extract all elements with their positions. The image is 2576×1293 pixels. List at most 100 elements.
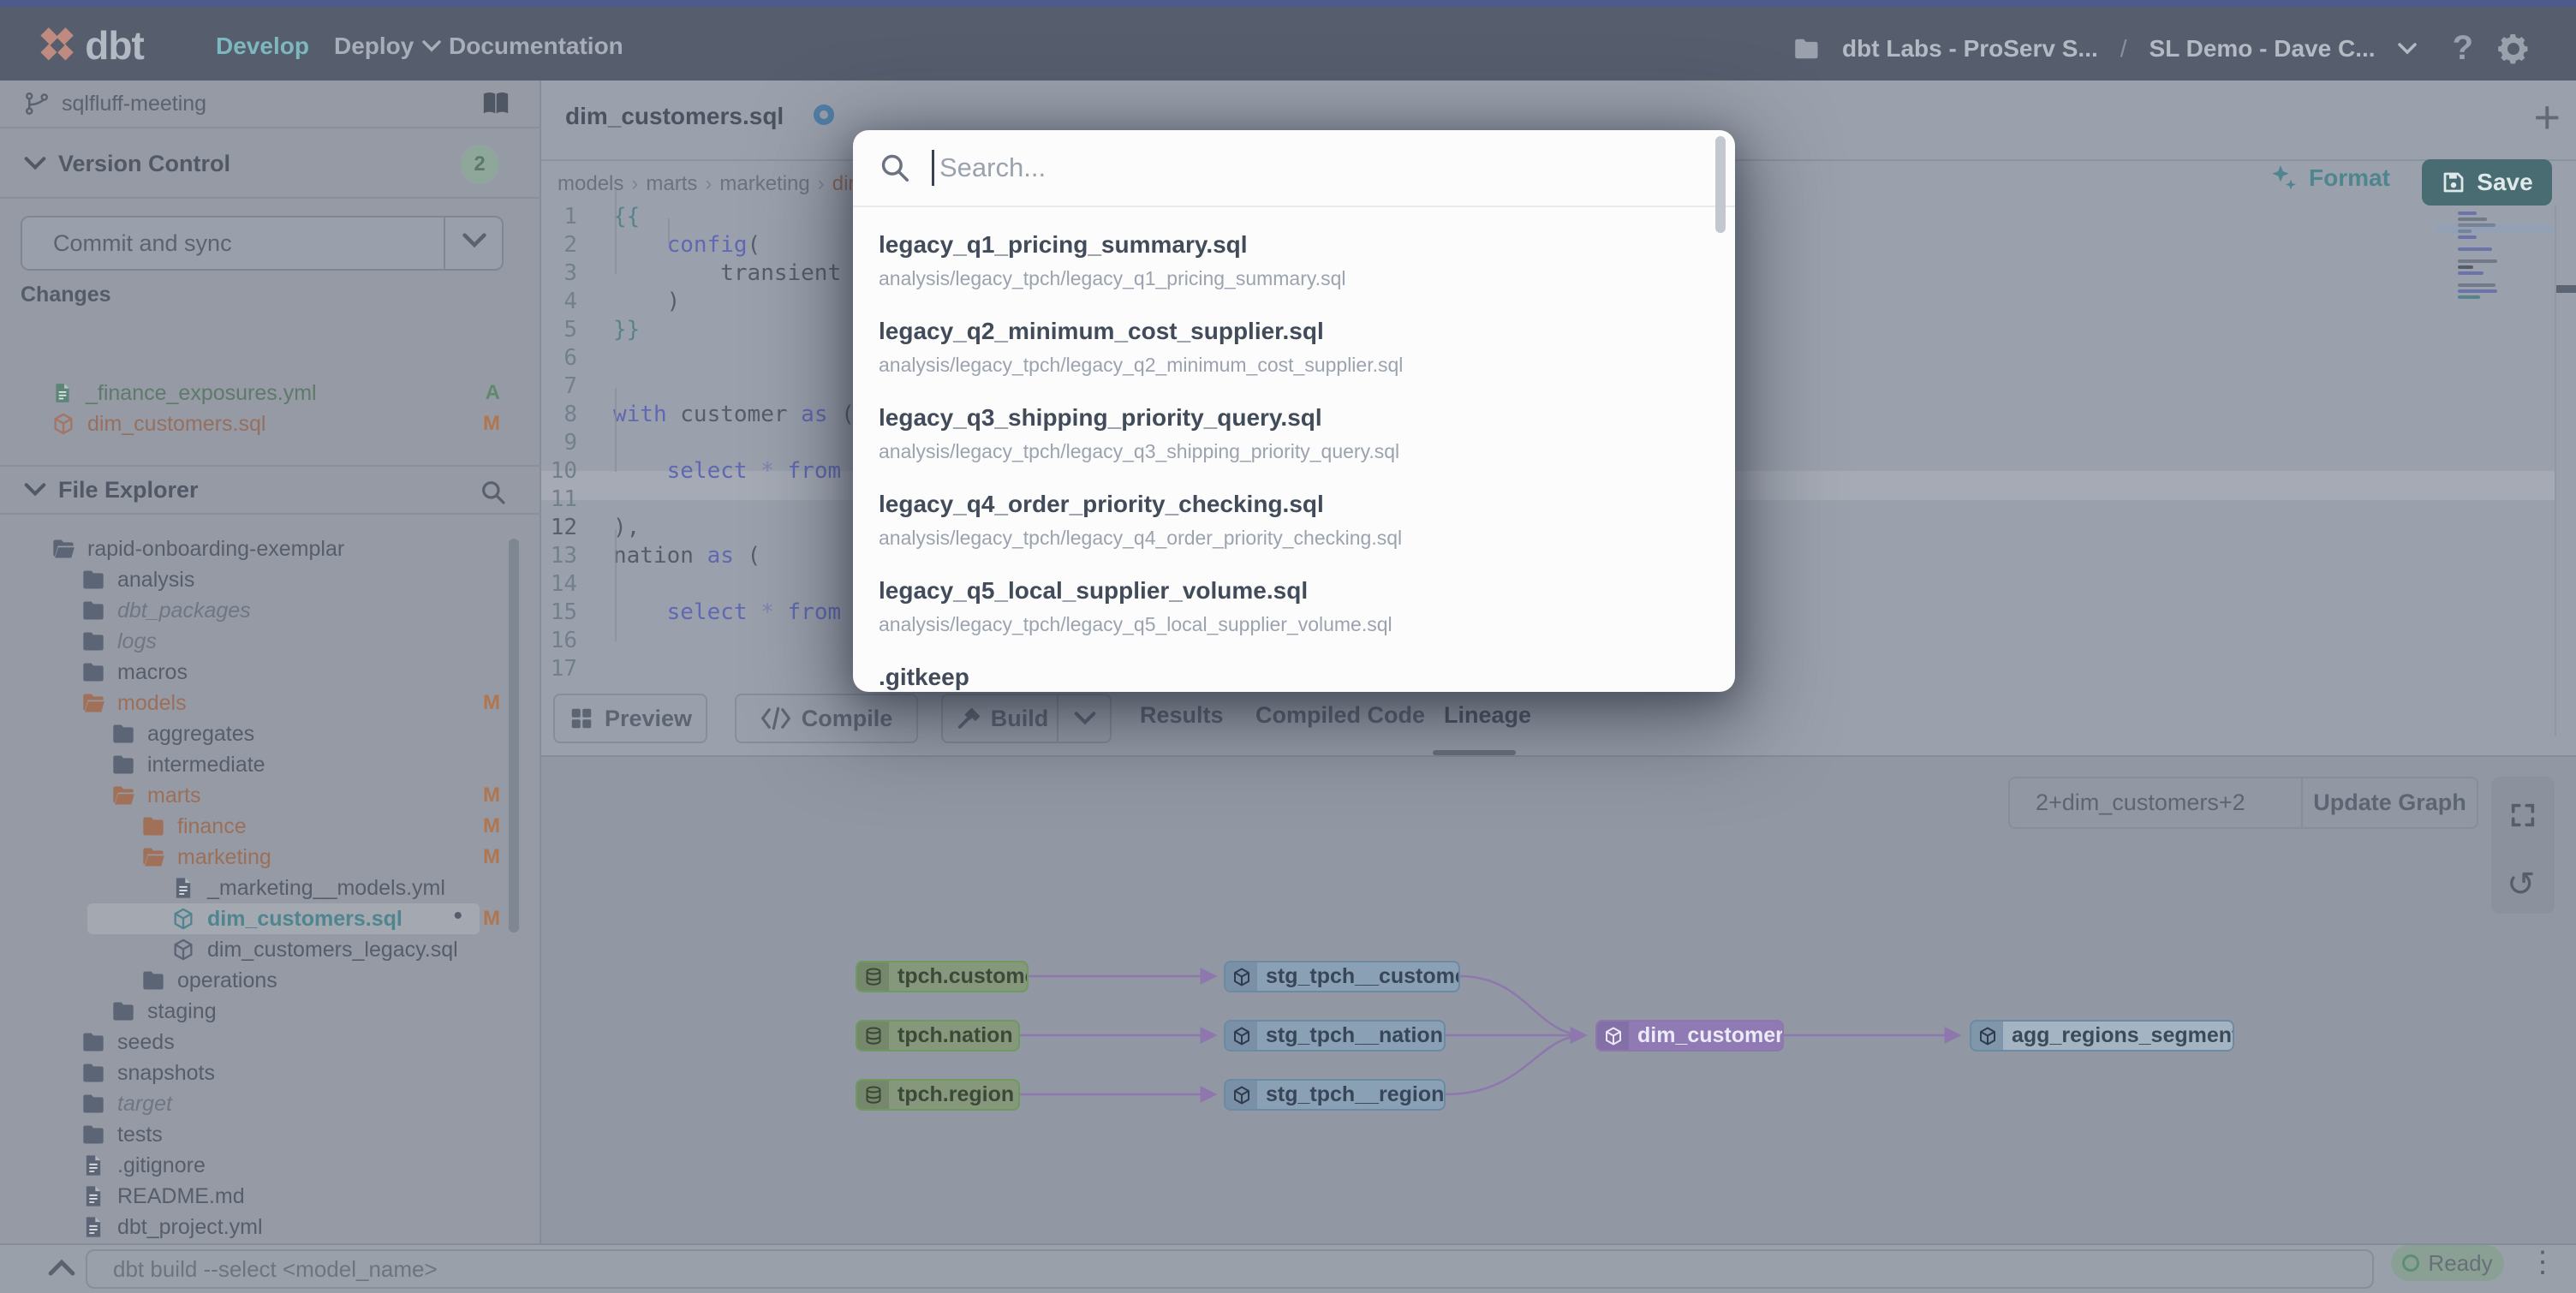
tree-item-dim-customers-sql[interactable]: dim_customers.sql • M (0, 902, 541, 934)
code-icon (760, 706, 790, 730)
lineage-node-stg-tpch-regions[interactable]: stg_tpch__regions (1224, 1079, 1446, 1111)
tree-item-marts[interactable]: marts M (0, 780, 541, 811)
modal-search-row (853, 130, 1735, 207)
tree-item-dim-customers-legacy-sql[interactable]: dim_customers_legacy.sql (0, 934, 541, 965)
lineage-node-tpch-nation[interactable]: tpch.nation (856, 1020, 1020, 1052)
preview-button[interactable]: Preview (553, 694, 707, 743)
tree-item-intermediate[interactable]: intermediate (0, 749, 541, 780)
chevron-down-icon[interactable] (1074, 712, 1096, 725)
change-item[interactable]: dim_customers.sql M (0, 408, 541, 439)
dbt-logo[interactable]: ✖ dbt (38, 22, 145, 69)
update-graph-button[interactable]: Update Graph (2301, 778, 2477, 827)
tree-item-dbt-project-yml[interactable]: dbt_project.yml (0, 1212, 541, 1242)
search-result-4[interactable]: legacy_q4_order_priority_checking.sql ana… (853, 479, 1709, 565)
reset-view-icon[interactable]: ↺ (2507, 867, 2536, 902)
tab-results[interactable]: Results (1140, 702, 1224, 729)
kebab-menu-icon[interactable]: ⋮ (2528, 1246, 2557, 1278)
new-tab-icon[interactable]: + (2533, 94, 2561, 140)
lineage-node-stg-tpch-customers[interactable]: stg_tpch__customers (1224, 961, 1460, 992)
search-result-3[interactable]: legacy_q3_shipping_priority_query.sql ana… (853, 392, 1709, 479)
lineage-node-tpch-region[interactable]: tpch.region (856, 1079, 1020, 1111)
tree-item-models[interactable]: models M (0, 688, 541, 718)
tree-item-staging[interactable]: staging (0, 996, 541, 1027)
build-button[interactable]: Build (941, 694, 1112, 743)
account-name[interactable]: dbt Labs - ProServ S... (1842, 35, 2098, 63)
tree-item-macros[interactable]: macros (0, 657, 541, 688)
tree-item-target[interactable]: target (0, 1088, 541, 1119)
git-branch-row[interactable]: sqlfluff-meeting (0, 80, 541, 128)
book-icon[interactable] (481, 91, 510, 116)
tree-item-label: dim_customers.sql (207, 906, 402, 931)
changes-section-label: Changes (21, 283, 111, 307)
tab-compiled-code[interactable]: Compiled Code (1255, 702, 1425, 729)
line-number: 14 (550, 570, 577, 597)
unsaved-changes-dot (814, 104, 834, 125)
compile-button[interactable]: Compile (735, 694, 918, 743)
gear-icon[interactable] (2496, 31, 2531, 67)
tree-item-label: snapshots (117, 1060, 215, 1085)
tree-item-readme-md[interactable]: README.md (0, 1181, 541, 1212)
tree-item--gitignore[interactable]: .gitignore (0, 1150, 541, 1181)
tree-item-logs[interactable]: logs (0, 626, 541, 657)
nav-tab-documentation[interactable]: Documentation (449, 33, 623, 60)
lineage-selector-input[interactable] (2010, 778, 2301, 827)
tree-item-snapshots[interactable]: snapshots (0, 1058, 541, 1088)
help-icon[interactable]: ? (2453, 29, 2473, 68)
tree-item-operations[interactable]: operations (0, 965, 541, 996)
lineage-controls-panel: ↺ (2491, 777, 2555, 914)
tree-item-aggregates[interactable]: aggregates (0, 718, 541, 749)
search-result-5[interactable]: legacy_q5_local_supplier_volume.sql analy… (853, 565, 1709, 652)
chevron-down-icon[interactable] (2397, 42, 2417, 55)
search-result-6[interactable]: .gitkeep (853, 652, 1709, 692)
lineage-node-agg-regions-segments[interactable]: agg_regions_segments (1970, 1020, 2234, 1052)
modal-scrollbar[interactable] (1715, 136, 1726, 233)
breadcrumb-marketing[interactable]: marketing (719, 172, 809, 196)
lineage-node-dim-customers[interactable]: dim_customers (1595, 1020, 1784, 1052)
tree-item-marketing[interactable]: marketing M (0, 842, 541, 873)
line-number: 13 (550, 542, 577, 569)
tree-item-finance[interactable]: finance M (0, 811, 541, 842)
change-item[interactable]: _finance_exposures.yml A (0, 378, 541, 408)
result-title: legacy_q3_shipping_priority_query.sql (879, 404, 1322, 431)
file-explorer-header[interactable]: File Explorer (0, 465, 541, 515)
search-icon[interactable] (480, 479, 507, 506)
search-result-2[interactable]: legacy_q2_minimum_cost_supplier.sql analy… (853, 306, 1709, 392)
tree-item-tests[interactable]: tests (0, 1119, 541, 1150)
format-button[interactable]: Format (2268, 163, 2390, 194)
file-tree-scrollbar[interactable] (509, 539, 519, 933)
search-input[interactable] (939, 152, 1735, 183)
lineage-node-stg-tpch-nations[interactable]: stg_tpch__nations (1224, 1020, 1446, 1052)
breadcrumb-marts[interactable]: marts (646, 172, 697, 196)
editor-tab-dim-customers[interactable]: dim_customers.sql (565, 103, 784, 130)
command-input[interactable]: dbt build --select <model_name> (86, 1249, 2374, 1289)
chevron-up-icon[interactable] (48, 1259, 75, 1276)
save-button[interactable]: Save (2422, 159, 2552, 206)
floppy-disk-icon (2443, 172, 2464, 193)
code-text: nation as ( (613, 542, 761, 569)
tree-item-dbt-packages[interactable]: dbt_packages (0, 595, 541, 626)
folder-icon (113, 1002, 134, 1021)
breadcrumb-models[interactable]: models (558, 172, 623, 196)
minimap-scroll-thumb[interactable] (2556, 285, 2576, 293)
fullscreen-icon[interactable] (2508, 801, 2537, 830)
commit-and-sync-button[interactable]: Commit and sync (21, 216, 504, 271)
tree-item-analysis[interactable]: analysis (0, 564, 541, 595)
minimap-line (2458, 217, 2487, 221)
lineage-node-tpch-customer[interactable]: tpch.customer (856, 961, 1029, 992)
line-number: 5 (564, 316, 577, 343)
folder-icon (83, 570, 104, 589)
minimap-line (2458, 289, 2497, 293)
version-control-header[interactable]: Version Control 2 (0, 130, 541, 199)
tree-item-label: rapid-onboarding-exemplar (87, 536, 345, 561)
tree-item-seeds[interactable]: seeds (0, 1027, 541, 1058)
chevron-down-icon[interactable] (462, 233, 486, 248)
nav-tab-deploy[interactable]: Deploy (334, 33, 442, 60)
search-result-1[interactable]: legacy_q1_pricing_summary.sql analysis/le… (853, 219, 1709, 306)
tree-item-label: logs (117, 629, 157, 653)
tree-item-rapid-onboarding-exemplar[interactable]: rapid-onboarding-exemplar (0, 533, 541, 564)
tab-lineage[interactable]: Lineage (1444, 702, 1531, 729)
tree-item--marketing-models-yml[interactable]: _marketing__models.yml (0, 873, 541, 903)
project-name[interactable]: SL Demo - Dave C... (2150, 35, 2376, 63)
ready-indicator-icon (2402, 1254, 2420, 1272)
nav-tab-develop[interactable]: Develop (216, 33, 309, 60)
